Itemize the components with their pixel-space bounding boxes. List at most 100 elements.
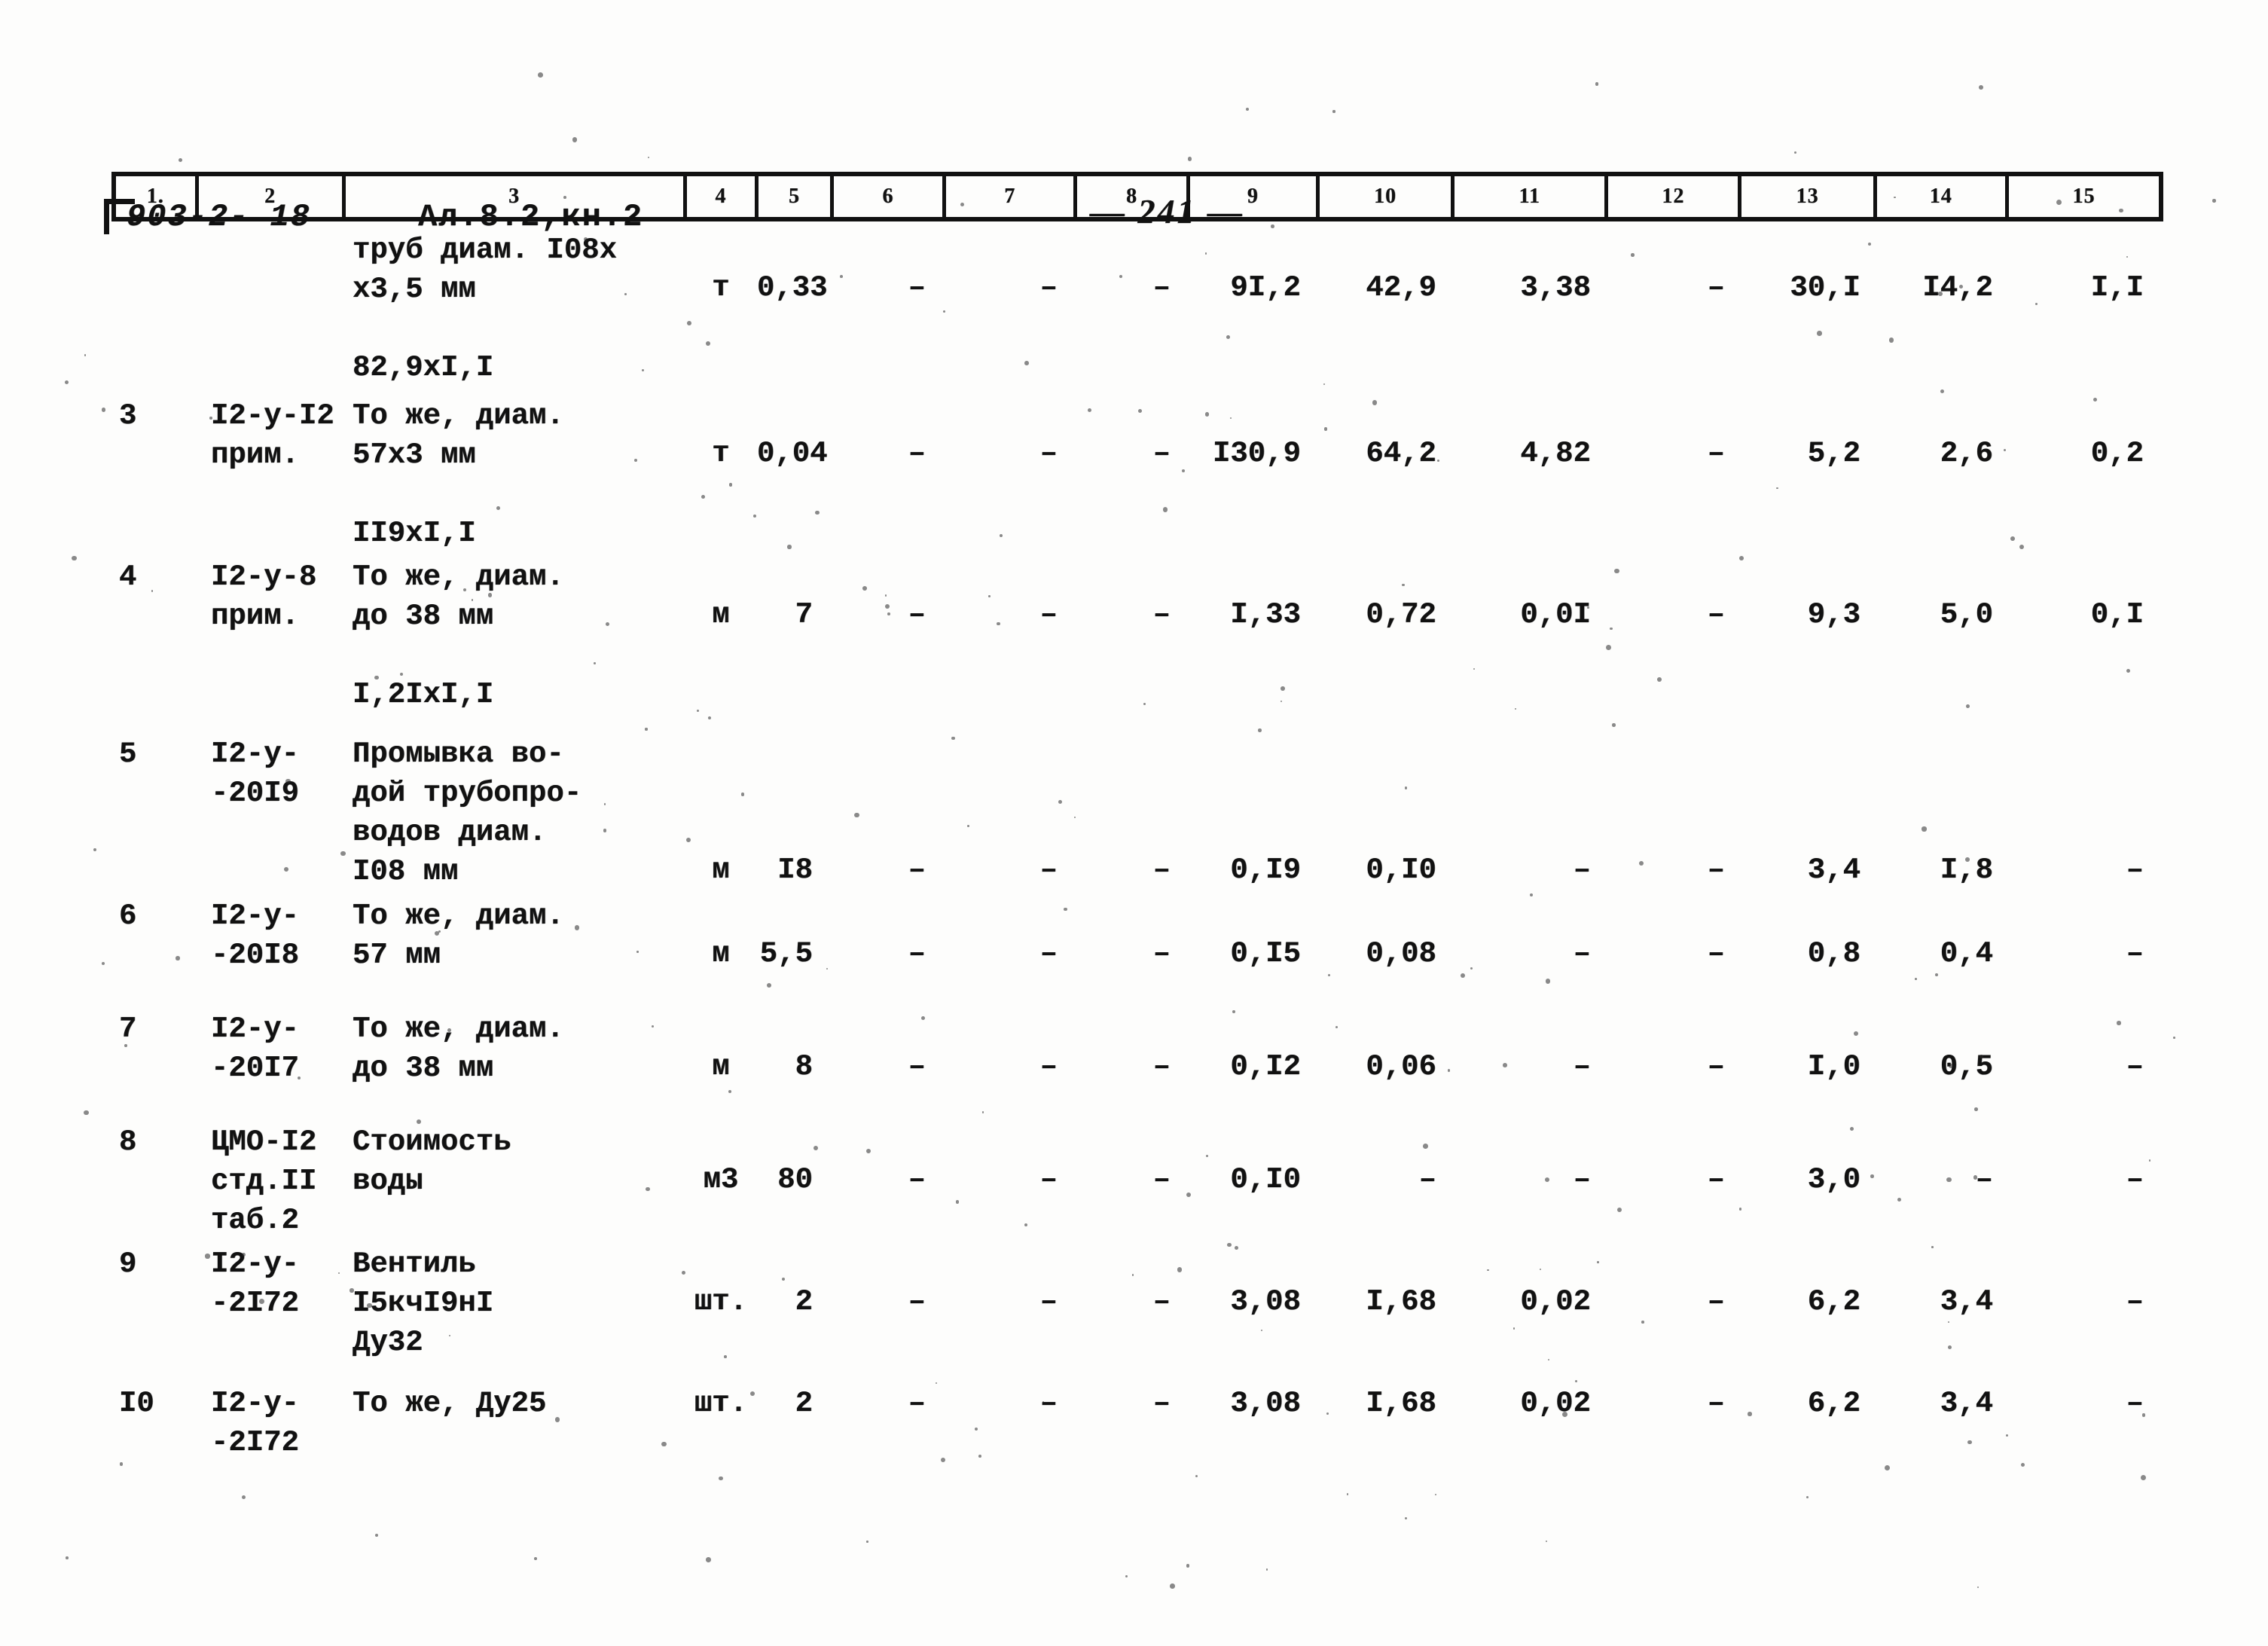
row-value-col-14: I,8 <box>1940 854 1993 887</box>
scan-speckle <box>2212 199 2216 203</box>
row-value-col-15: – <box>2126 854 2144 887</box>
row-value-col-9: 0,I0 <box>1230 1163 1301 1196</box>
row-index: 8 <box>119 1125 137 1159</box>
row-value-col-10: 0,08 <box>1366 937 1436 970</box>
scan-speckle <box>1545 1541 1548 1543</box>
row-value-col-14: 3,4 <box>1940 1387 1993 1420</box>
row-value-col-12: – <box>1707 271 1725 304</box>
scan-speckle <box>72 555 77 561</box>
row-value-col-8: – <box>1152 1285 1171 1318</box>
row-value-col-10: I,68 <box>1366 1387 1436 1420</box>
row-description: Вентиль I5кчI9нI Ду32 <box>353 1247 494 1359</box>
row-unit: м <box>712 598 730 631</box>
column-header-9: 9 <box>1190 176 1320 217</box>
row-value-col-11: – <box>1573 1163 1591 1196</box>
scan-speckle <box>866 1541 868 1543</box>
row-index: 7 <box>119 1012 137 1046</box>
row-value-col-12: – <box>1707 1387 1725 1420</box>
row-value-col-15: I,I <box>2090 271 2144 304</box>
scan-speckle <box>84 1110 89 1115</box>
scan-speckle <box>1170 1583 1175 1589</box>
scan-speckle <box>538 72 544 78</box>
row-value-col-11: – <box>1573 854 1591 887</box>
row-unit: т <box>712 437 730 470</box>
scan-speckle <box>1187 157 1192 161</box>
row-value-col-5: 0,33 <box>757 271 828 304</box>
row-value-col-6: – <box>908 1387 926 1420</box>
row-value-col-9: 0,I9 <box>1230 854 1301 887</box>
row-value-col-11: – <box>1573 1050 1591 1083</box>
table-row: 3 I2-у-I2 прим. То же, диам. 57х3 мм II9хI… <box>111 392 2163 553</box>
column-header-13: 13 <box>1741 176 1877 217</box>
row-value-col-8: – <box>1152 271 1171 304</box>
row-value-col-14: 0,5 <box>1940 1050 1993 1083</box>
row-norm-code: ЦМО-I2 стд.II таб.2 <box>211 1125 317 1237</box>
row-description: Промывка во- дой трубопро- водов диам. I… <box>353 737 582 888</box>
column-header-1: 1. <box>116 176 199 217</box>
row-value-col-5: 7 <box>795 598 813 631</box>
row-value-col-9: I,33 <box>1230 598 1301 631</box>
row-value-col-6: – <box>908 1050 926 1083</box>
table-row: 9 I2-у- -2I72 Вентиль I5кчI9нI Ду32 шт. 2 – – –… <box>111 1240 2163 1379</box>
scan-speckle <box>1979 84 1984 90</box>
row-value-col-11: 0,02 <box>1520 1387 1591 1420</box>
row-norm-code: I2-у- -20I9 <box>211 737 300 810</box>
scan-speckle <box>66 1556 69 1560</box>
row-index <box>111 226 194 231</box>
row-value-col-8: – <box>1152 437 1171 470</box>
row-value-col-12: – <box>1707 1050 1725 1083</box>
row-norm-code <box>194 226 342 231</box>
row-value-col-15: – <box>2126 1050 2144 1083</box>
row-value-col-6: – <box>908 1285 926 1318</box>
scan-speckle <box>1806 1496 1809 1499</box>
row-value-col-7: – <box>1039 271 1058 304</box>
scan-speckle <box>101 408 106 413</box>
table-row: 4 I2-у-8 прим. То же, диам. до 38 мм I,2Iх… <box>111 553 2163 730</box>
column-header-10: 10 <box>1320 176 1455 217</box>
row-value-col-6: – <box>908 937 926 970</box>
row-value-col-5: I8 <box>777 854 813 887</box>
row-description: То же, диам. до 38 мм <box>353 1012 564 1085</box>
scan-speckle <box>1186 1563 1190 1568</box>
row-value-col-5: 8 <box>795 1050 813 1083</box>
row-unit: шт. <box>694 1285 748 1318</box>
row-description: труб диам. I08х х3,5 мм 82,9хI,I <box>353 234 618 384</box>
row-value-col-11: 0,0I <box>1520 598 1591 631</box>
scan-speckle <box>534 1556 538 1560</box>
row-index: 5 <box>119 737 137 771</box>
row-unit: м <box>712 854 730 887</box>
row-value-col-7: – <box>1039 1050 1058 1083</box>
row-value-col-10: 64,2 <box>1366 437 1436 470</box>
table-row: 8 ЦМО-I2 стд.II таб.2 Стоимость воды м3 80 – –… <box>111 1118 2163 1240</box>
scan-speckle <box>1125 1574 1128 1578</box>
row-value-col-15: – <box>2126 1387 2144 1420</box>
row-value-col-12: – <box>1707 937 1725 970</box>
row-value-col-5: 80 <box>777 1163 813 1196</box>
column-header-4: 4 <box>687 176 759 217</box>
row-value-col-12: – <box>1707 1163 1725 1196</box>
row-unit: м <box>712 937 730 970</box>
row-description: То же, диам. 57 мм <box>353 899 564 972</box>
scan-speckle <box>84 354 87 356</box>
row-norm-code: I2-у- -2I72 <box>211 1387 300 1459</box>
row-value-col-5: 5,5 <box>759 937 813 970</box>
row-index: 3 <box>119 399 137 432</box>
row-value-col-7: – <box>1039 1163 1058 1196</box>
column-header-6: 6 <box>834 176 947 217</box>
row-value-col-13: 5,2 <box>1807 437 1860 470</box>
column-header-5: 5 <box>759 176 834 217</box>
row-value-col-9: 3,08 <box>1230 1387 1301 1420</box>
row-value-col-8: – <box>1152 1387 1171 1420</box>
row-value-col-8: – <box>1152 1050 1171 1083</box>
row-unit: м <box>712 1050 730 1083</box>
row-value-col-8: – <box>1152 937 1171 970</box>
row-value-col-12: – <box>1707 598 1725 631</box>
row-value-col-14: 3,4 <box>1940 1285 1993 1318</box>
scan-speckle <box>1595 82 1599 86</box>
column-header-8: 8 <box>1077 176 1190 217</box>
row-value-col-13: 3,4 <box>1807 854 1860 887</box>
column-header-7: 7 <box>946 176 1078 217</box>
row-description: Стоимость воды <box>353 1125 511 1198</box>
scan-speckle <box>1265 1568 1268 1571</box>
scan-speckle <box>1794 151 1797 154</box>
